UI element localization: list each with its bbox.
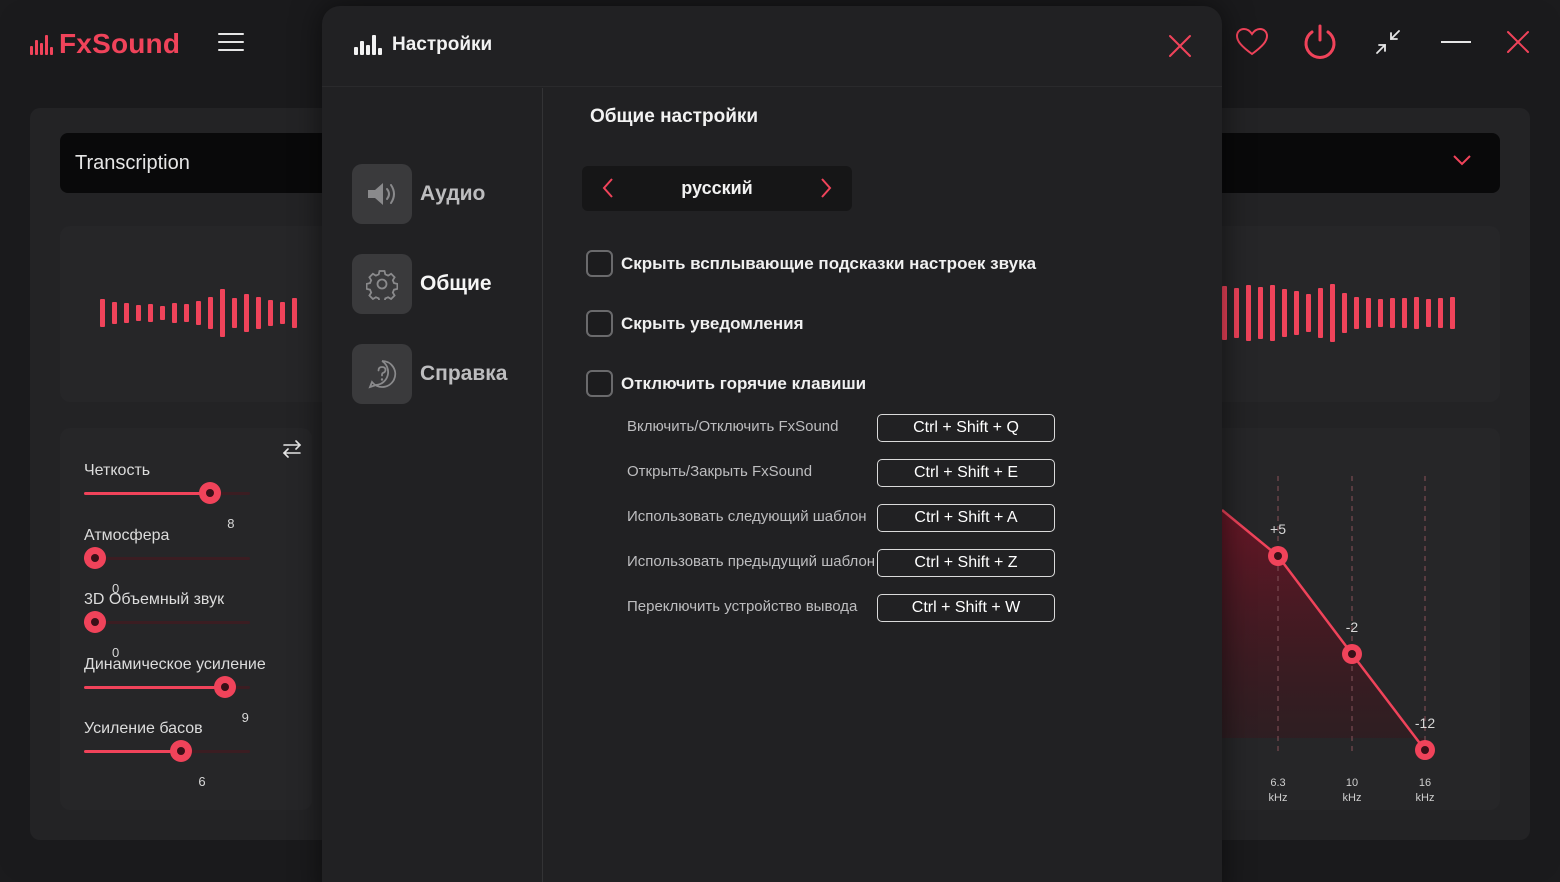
hotkey-label: Переключить устройство вывода bbox=[627, 598, 858, 615]
nav-label: Общие bbox=[420, 272, 492, 295]
hotkey-row: Переключить устройство вывода Ctrl + Shi… bbox=[627, 594, 1057, 622]
gear-icon bbox=[352, 254, 412, 314]
eq-freq-label: 16 bbox=[1419, 777, 1431, 789]
eq-unit-label: kHz bbox=[1416, 792, 1435, 804]
effect-bass-boost: Усиление басов 6 bbox=[84, 720, 284, 789]
effect-slider[interactable]: 6 bbox=[84, 740, 250, 789]
effect-value: 6 bbox=[198, 774, 206, 789]
dialog-close-icon[interactable] bbox=[1164, 30, 1196, 62]
section-title: Общие настройки bbox=[590, 106, 759, 127]
fxsound-logo-icon bbox=[354, 35, 382, 55]
effect-label: 3D Объемный звук bbox=[84, 591, 225, 608]
hotkey-label: Использовать следующий шаблон bbox=[627, 508, 867, 525]
effect-slider[interactable]: 0 bbox=[84, 611, 250, 660]
hotkey-label: Использовать предыдущий шаблон bbox=[627, 553, 876, 570]
eq-gain-label: -12 bbox=[1415, 715, 1435, 731]
hide-tooltips-option[interactable]: Скрыть всплывающие подсказки настроек зв… bbox=[586, 250, 1036, 277]
hide-notifications-checkbox[interactable] bbox=[586, 310, 613, 337]
settings-dialog: Настройки Аудио Общие Справка Общие наст… bbox=[322, 6, 1222, 882]
effect-label: Атмосфера bbox=[84, 527, 170, 544]
slider-knob[interactable] bbox=[213, 676, 236, 698]
fxsound-logo-icon bbox=[30, 33, 53, 55]
checkbox-label: Скрыть всплывающие подсказки настроек зв… bbox=[621, 253, 1037, 273]
dialog-nav-divider bbox=[542, 88, 543, 882]
slider-fill bbox=[84, 750, 182, 753]
hotkey-label: Включить/Отключить FxSound bbox=[627, 418, 839, 435]
audio-visualizer-right bbox=[1222, 283, 1455, 343]
eq-gain-label: +5 bbox=[1270, 521, 1286, 537]
hotkey-field[interactable]: Ctrl + Shift + A bbox=[877, 504, 1055, 532]
hotkey-row: Использовать следующий шаблон Ctrl + Shi… bbox=[627, 504, 1057, 532]
language-selector: русский bbox=[582, 166, 852, 211]
eq-band-knob-center bbox=[1348, 650, 1356, 658]
app-logo: FxSound bbox=[30, 28, 180, 60]
disable-hotkeys-checkbox[interactable] bbox=[586, 370, 613, 397]
hotkey-label: Открыть/Закрыть FxSound bbox=[627, 463, 813, 480]
speaker-icon bbox=[352, 164, 412, 224]
effect-clarity: Четкость 8 bbox=[84, 462, 284, 531]
dialog-title-text: Настройки bbox=[392, 34, 493, 55]
language-value: русский bbox=[681, 178, 753, 198]
eq-band-knob-center bbox=[1421, 746, 1429, 754]
audio-visualizer bbox=[100, 288, 297, 338]
dialog-title: Настройки bbox=[354, 34, 492, 56]
hotkey-row: Использовать предыдущий шаблон Ctrl + Sh… bbox=[627, 549, 1057, 577]
slider-fill bbox=[84, 686, 225, 689]
checkbox-label: Отключить горячие клавиши bbox=[621, 373, 867, 393]
nav-label: Справка bbox=[420, 362, 508, 385]
eq-band-knob-center bbox=[1274, 552, 1282, 560]
effect-label: Усиление басов bbox=[84, 720, 203, 737]
slider-knob[interactable] bbox=[84, 547, 106, 569]
equalizer-graph: +5 6.3 kHz -2 10 kHz -12 16 kHz bbox=[1222, 476, 1435, 804]
power-icon[interactable] bbox=[1300, 22, 1340, 62]
hotkey-field[interactable]: Ctrl + Shift + E bbox=[877, 459, 1055, 487]
eq-gain-label: -2 bbox=[1346, 619, 1359, 635]
nav-item-help[interactable]: Справка bbox=[352, 344, 507, 404]
nav-item-audio[interactable]: Аудио bbox=[352, 164, 485, 224]
eq-unit-label: kHz bbox=[1269, 792, 1288, 804]
eq-area bbox=[1222, 510, 1425, 750]
checkbox-label: Скрыть уведомления bbox=[621, 313, 804, 333]
hotkey-field[interactable]: Ctrl + Shift + Z bbox=[877, 549, 1055, 577]
eq-unit-label: kHz bbox=[1343, 792, 1362, 804]
help-icon bbox=[352, 344, 412, 404]
chevron-right-icon[interactable] bbox=[814, 176, 838, 200]
heart-icon[interactable] bbox=[1234, 24, 1270, 60]
effect-label: Четкость bbox=[84, 462, 151, 479]
effect-slider[interactable]: 9 bbox=[84, 676, 250, 725]
minimize-icon[interactable] bbox=[1438, 24, 1474, 60]
effect-surround: 3D Объемный звук 0 bbox=[84, 591, 284, 660]
hotkey-field[interactable]: Ctrl + Shift + Q bbox=[877, 414, 1055, 442]
slider-knob[interactable] bbox=[84, 611, 106, 633]
effect-dynamic-boost: Динамическое усиление 9 bbox=[84, 656, 284, 725]
effect-slider[interactable]: 0 bbox=[84, 547, 250, 596]
preset-name: Transcription bbox=[75, 152, 190, 174]
effect-slider[interactable]: 8 bbox=[84, 482, 250, 531]
hotkey-row: Открыть/Закрыть FxSound Ctrl + Shift + E bbox=[627, 459, 1057, 487]
slider-fill bbox=[84, 492, 211, 495]
hotkey-field[interactable]: Ctrl + Shift + W bbox=[877, 594, 1055, 622]
hide-tooltips-checkbox[interactable] bbox=[586, 250, 613, 277]
nav-label: Аудио bbox=[420, 182, 486, 205]
hotkey-row: Включить/Отключить FxSound Ctrl + Shift … bbox=[627, 414, 1057, 442]
eq-freq-label: 6.3 bbox=[1270, 777, 1285, 789]
eq-freq-label: 10 bbox=[1346, 777, 1358, 789]
minimize-window-icon[interactable] bbox=[1370, 24, 1406, 60]
app-name: FxSound bbox=[59, 28, 181, 59]
hide-notifications-option[interactable]: Скрыть уведомления bbox=[586, 310, 804, 337]
close-icon[interactable] bbox=[1500, 24, 1536, 60]
menu-icon[interactable] bbox=[218, 33, 244, 51]
swap-icon[interactable] bbox=[282, 440, 302, 463]
dialog-header-divider bbox=[322, 86, 1222, 87]
effect-ambience: Атмосфера 0 bbox=[84, 527, 284, 596]
effect-label: Динамическое усиление bbox=[84, 656, 266, 673]
chevron-down-icon bbox=[1452, 153, 1472, 172]
nav-item-general[interactable]: Общие bbox=[352, 254, 492, 314]
disable-hotkeys-option[interactable]: Отключить горячие клавиши bbox=[586, 370, 866, 397]
